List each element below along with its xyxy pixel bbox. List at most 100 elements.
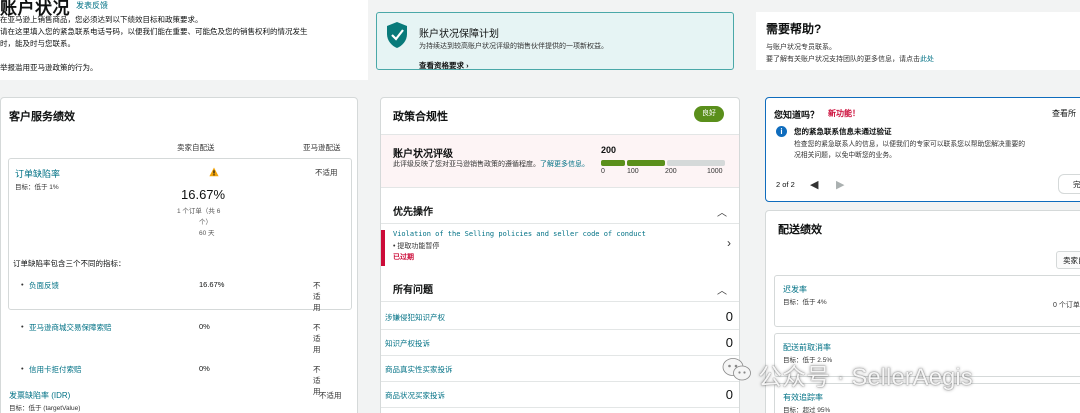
negative-feedback-link[interactable]: 负面反馈	[29, 280, 59, 291]
sub-na: 不适用	[313, 323, 321, 354]
odr-amazon-value: 不适用	[315, 168, 338, 177]
issue-link[interactable]: 商品状况买家投诉	[385, 390, 445, 401]
shield-check-icon	[387, 22, 407, 48]
next-arrow-icon[interactable]: ▶	[836, 178, 844, 191]
chevron-right-icon[interactable]: ›	[727, 236, 731, 250]
late-shipment-metric[interactable]: 迟发率 目标：低于 4% 0 个订单（共	[774, 275, 1080, 327]
news-title: 您知道吗？	[774, 110, 820, 120]
customer-service-card: 客户服务绩效 卖家自配送 亚马逊配送 订单缺陷率 目标：低于 1% 16.67%…	[0, 97, 358, 413]
news-line-1: 检查您的紧急联系人的信息，以便我们的专家可以联系您以帮助您解决重要的	[794, 141, 1026, 148]
chevron-up-icon[interactable]: ︿	[717, 204, 727, 219]
new-feature-badge: 新功能！	[828, 109, 860, 118]
news-line-2: 况相关问题，以免中断您的业务。	[794, 152, 896, 159]
seller-fulfilled-toggle[interactable]: 卖家自	[1056, 251, 1080, 269]
policy-compliance-card: 政策合规性 良好 账户状况评级 此评级反映了您对亚马逊销售政策的遵循程度。了解更…	[380, 97, 740, 413]
account-health-header: 账户状况 发表反馈 在亚马逊上销售商品，您必须达到以下绩效目标和政策要求。 请在…	[0, 0, 368, 80]
help-here-link[interactable]: 此处	[920, 56, 934, 63]
help-line-2: 要了解有关账户状况支持团队的更多信息，请点击此处	[766, 54, 934, 64]
wechat-icon	[722, 358, 751, 381]
ahr-tick-0: 0	[601, 168, 605, 175]
protection-title: 账户状况保障计划	[419, 29, 499, 40]
violation-sub: • 提取功能暂停	[393, 243, 440, 250]
info-icon: i	[776, 126, 787, 137]
odr-target: 目标：低于 1%	[15, 184, 59, 191]
ahr-score: 200	[601, 145, 617, 155]
metric-link[interactable]: 配送前取消率	[783, 342, 831, 353]
issue-count: 0	[725, 335, 733, 350]
view-all-link[interactable]: 查看所	[1052, 108, 1076, 119]
odr-sub-2: 个）	[199, 219, 212, 226]
sub-na: 不适用	[313, 281, 321, 312]
did-you-know-card: 您知道吗？ 新功能！ 查看所 i 您的紧急联系信息未通过验证 检查您的紧急联系人…	[765, 97, 1080, 202]
protection-plan-card: 账户状况保障计划 为持续达到较高账户状况评级的销售伙伴提供的一项新权益。 查看资…	[376, 12, 734, 70]
odr-sub-1: 1 个订单（共 6	[177, 208, 221, 215]
header-line-3: 时，能及时与您联系。	[0, 39, 75, 48]
bullet: •	[21, 280, 24, 289]
a-to-z-claims-link[interactable]: 亚马逊商城交易保障索赔	[29, 322, 112, 333]
issue-link[interactable]: 涉嫌侵犯知识产权	[385, 312, 445, 323]
issue-count: 0	[725, 309, 733, 324]
metric-link[interactable]: 迟发率	[783, 284, 807, 295]
col-seller-fulfilled: 卖家自配送	[177, 143, 215, 152]
emergency-contact-link[interactable]: 请在这里填入您的紧急联系电话号码，以便我们能在重要、可能危及您的销售权利的情况发…	[0, 26, 308, 37]
card-title: 政策合规性	[393, 111, 448, 123]
complete-button[interactable]: 完	[1058, 174, 1080, 194]
ahr-tick-100: 100	[627, 168, 639, 175]
eligibility-link[interactable]: 查看资格要求 ›	[419, 60, 469, 71]
issue-row: 涉嫌侵犯知识产权 0	[381, 304, 739, 330]
ahr-desc: 此评级反映了您对亚马逊销售政策的遵循程度。了解更多信息。	[393, 160, 593, 170]
idr-na: 不适用	[319, 391, 342, 400]
bullet: •	[21, 322, 24, 331]
help-panel: 需要帮助? 与账户状况专员联系。 要了解有关账户状况支持团队的更多信息，请点击此…	[756, 12, 1080, 70]
watermark-text: 公众号 · SellerAegis	[758, 364, 973, 391]
issue-link[interactable]: 商品真实性买家投诉	[385, 364, 453, 375]
news-heading: 您的紧急联系信息未通过验证	[794, 127, 892, 136]
status-badge: 良好	[694, 106, 724, 122]
card-title: 客户服务绩效	[9, 111, 75, 123]
all-issues-header[interactable]: 所有问题 ︿	[381, 272, 739, 302]
issue-row: 商品状况买家投诉 0	[381, 382, 739, 408]
odr-value: 16.67%	[181, 187, 226, 202]
sub-pct: 16.67%	[199, 280, 225, 289]
help-line-2-text: 要了解有关账户状况支持团队的更多信息，请点击	[766, 56, 920, 63]
help-line-1: 与账户状况专员联系。	[766, 44, 836, 51]
violation-item[interactable]: Violation of the Selling policies and se…	[381, 226, 739, 266]
violation-status: 已过期	[393, 254, 414, 261]
idr-target: 目标：低于 (targetValue)	[9, 405, 81, 412]
chargeback-claims-link[interactable]: 信用卡拒付索赔	[29, 364, 82, 375]
pager-text: 2 of 2	[776, 180, 795, 189]
help-title: 需要帮助?	[766, 22, 822, 36]
section-title: 优先操作	[393, 207, 433, 218]
metric-link[interactable]: 有效追踪率	[783, 392, 823, 403]
issue-link[interactable]: 知识产权投诉	[385, 338, 430, 349]
priority-actions-header[interactable]: 优先操作 ︿	[381, 194, 739, 224]
prev-arrow-icon[interactable]: ◀	[810, 178, 818, 191]
metric-value: 0 个订单（共	[1053, 302, 1080, 309]
ahr-tick-1000: 1000	[707, 168, 723, 175]
account-health-rating: 账户状况评级 此评级反映了您对亚马逊销售政策的遵循程度。了解更多信息。 200 …	[381, 134, 739, 188]
odr-note: 订单缺陷率包含三个不同的指标：	[13, 259, 126, 268]
card-title: 配送绩效	[778, 224, 822, 236]
header-line-1: 在亚马逊上销售商品，您必须达到以下绩效目标和政策要求。	[0, 15, 203, 24]
col-amazon-fulfilled: 亚马逊配送	[303, 143, 341, 152]
sub-pct: 0%	[199, 322, 210, 331]
metric-target: 目标：超过 95%	[783, 407, 831, 413]
severity-bar	[381, 230, 385, 266]
warning-icon	[209, 167, 219, 177]
issue-row: 知识产权投诉 0	[381, 330, 739, 356]
odr-metric[interactable]: 订单缺陷率 目标：低于 1% 16.67% 1 个订单（共 6 个） 60 天 …	[8, 158, 352, 310]
sub-pct: 0%	[199, 364, 210, 373]
bullet: •	[21, 364, 24, 373]
chevron-up-icon[interactable]: ︿	[717, 282, 727, 297]
feedback-link[interactable]: 发表反馈	[76, 0, 108, 11]
learn-more-link[interactable]: 了解更多信息。	[540, 161, 589, 168]
idr-link[interactable]: 发票缺陷率 (IDR)	[9, 390, 70, 401]
section-title: 所有问题	[393, 285, 433, 296]
protection-desc: 为持续达到较高账户状况评级的销售伙伴提供的一项新权益。	[419, 43, 608, 50]
violation-title-link[interactable]: Violation of the Selling policies and se…	[393, 230, 646, 238]
ahr-desc-text: 此评级反映了您对亚马逊销售政策的遵循程度。	[393, 161, 540, 168]
odr-link[interactable]: 订单缺陷率	[15, 167, 60, 180]
ahr-progress-bar	[601, 160, 725, 166]
report-abuse-link[interactable]: 举报滥用亚马逊政策的行为。	[0, 62, 98, 73]
ahr-tick-200: 200	[665, 168, 677, 175]
